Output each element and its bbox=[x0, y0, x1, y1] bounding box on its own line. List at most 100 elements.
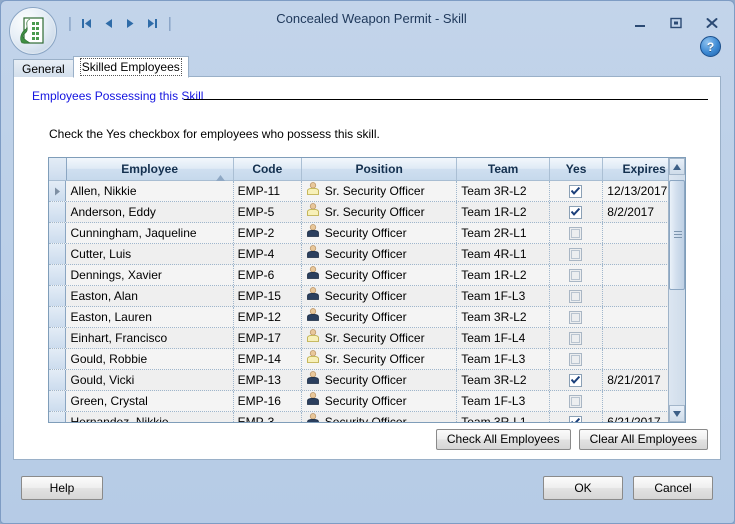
cell-yes[interactable] bbox=[550, 412, 604, 422]
table-row[interactable]: Gould, Vicki EMP-13 Security Officer Team 3… bbox=[49, 370, 685, 391]
person-icon bbox=[306, 223, 320, 243]
table-row[interactable]: Allen, Nikkie EMP-11 Sr. Security Officer T… bbox=[49, 181, 685, 202]
cell-team: Team 1F-L3 bbox=[457, 391, 550, 411]
cell-yes[interactable] bbox=[550, 265, 604, 285]
row-selector[interactable] bbox=[49, 223, 67, 243]
yes-checkbox[interactable] bbox=[569, 373, 583, 387]
grid-header-employee-label: Employee bbox=[121, 162, 178, 176]
tab-strip: General Skilled Employees bbox=[13, 56, 189, 78]
cell-position: Security Officer bbox=[302, 286, 458, 306]
row-selector[interactable] bbox=[49, 349, 67, 369]
grid-header-position[interactable]: Position bbox=[302, 158, 458, 180]
cell-yes[interactable] bbox=[550, 370, 604, 390]
table-row[interactable]: Hernandez, Nikkie EMP-3 Security Officer Te… bbox=[49, 412, 685, 423]
grid-header-team[interactable]: Team bbox=[457, 158, 550, 180]
restore-button[interactable] bbox=[665, 14, 687, 32]
cell-code: EMP-17 bbox=[234, 328, 302, 348]
cell-position: Security Officer bbox=[302, 412, 458, 423]
cell-team: Team 3R-L1 bbox=[457, 412, 550, 422]
table-row[interactable]: Gould, Robbie EMP-14 Sr. Security Officer T… bbox=[49, 349, 685, 370]
cell-employee: Anderson, Eddy bbox=[66, 202, 234, 222]
section-divider bbox=[184, 99, 708, 100]
row-selector[interactable] bbox=[49, 181, 67, 201]
grid-header-code[interactable]: Code bbox=[234, 158, 302, 180]
cell-yes[interactable] bbox=[550, 181, 604, 201]
window-controls bbox=[629, 14, 723, 32]
tab-skilled-employees[interactable]: Skilled Employees bbox=[72, 56, 189, 78]
cell-team: Team 2R-L1 bbox=[457, 223, 550, 243]
scrollbar-track[interactable] bbox=[669, 175, 685, 405]
table-row[interactable]: Dennings, Xavier EMP-6 Security Officer Tea… bbox=[49, 265, 685, 286]
yes-checkbox[interactable] bbox=[569, 184, 583, 198]
grid-header-selector bbox=[49, 158, 67, 180]
yes-checkbox[interactable] bbox=[569, 415, 583, 422]
ok-button[interactable]: OK bbox=[543, 476, 623, 500]
row-selector[interactable] bbox=[49, 265, 67, 285]
row-selector[interactable] bbox=[49, 202, 67, 222]
table-row[interactable]: Einhart, Francisco EMP-17 Sr. Security Off… bbox=[49, 328, 685, 349]
instruction-text: Check the Yes checkbox for employees who… bbox=[49, 127, 380, 141]
row-selector[interactable] bbox=[49, 244, 67, 264]
cell-employee: Cunningham, Jaqueline bbox=[66, 223, 234, 243]
scroll-up-button[interactable] bbox=[669, 158, 685, 175]
cell-position-label: Security Officer bbox=[324, 415, 407, 423]
cell-position-label: Security Officer bbox=[324, 289, 407, 303]
yes-checkbox[interactable] bbox=[569, 226, 583, 240]
grid-vertical-scrollbar[interactable] bbox=[668, 158, 685, 422]
tab-general[interactable]: General bbox=[13, 59, 74, 77]
yes-checkbox[interactable] bbox=[569, 247, 583, 261]
table-row[interactable]: Easton, Alan EMP-15 Security Officer Team 1… bbox=[49, 286, 685, 307]
close-button[interactable] bbox=[701, 14, 723, 32]
cell-yes[interactable] bbox=[550, 202, 604, 222]
check-all-employees-button[interactable]: Check All Employees bbox=[435, 429, 571, 450]
yes-checkbox[interactable] bbox=[569, 289, 583, 303]
clear-all-employees-button[interactable]: Clear All Employees bbox=[578, 429, 708, 450]
row-selector[interactable] bbox=[49, 370, 67, 390]
row-selector[interactable] bbox=[49, 412, 67, 422]
person-icon bbox=[306, 307, 320, 327]
yes-checkbox[interactable] bbox=[569, 352, 583, 366]
cell-yes[interactable] bbox=[550, 391, 604, 411]
yes-checkbox[interactable] bbox=[569, 331, 583, 345]
cell-employee: Easton, Alan bbox=[66, 286, 234, 306]
row-selector[interactable] bbox=[49, 286, 67, 306]
cell-team: Team 3R-L2 bbox=[457, 181, 550, 201]
yes-checkbox[interactable] bbox=[569, 310, 583, 324]
cell-code: EMP-2 bbox=[234, 223, 302, 243]
yes-checkbox[interactable] bbox=[569, 205, 583, 219]
table-row[interactable]: Green, Crystal EMP-16 Security Officer Team… bbox=[49, 391, 685, 412]
cell-yes[interactable] bbox=[550, 328, 604, 348]
person-icon bbox=[306, 349, 320, 369]
cell-yes[interactable] bbox=[550, 307, 604, 327]
cancel-button[interactable]: Cancel bbox=[633, 476, 713, 500]
cell-employee: Gould, Robbie bbox=[66, 349, 234, 369]
cell-yes[interactable] bbox=[550, 244, 604, 264]
cell-position-label: Sr. Security Officer bbox=[324, 331, 425, 345]
scroll-down-button[interactable] bbox=[669, 405, 685, 422]
cell-yes[interactable] bbox=[550, 349, 604, 369]
grid-header-employee[interactable]: Employee bbox=[67, 158, 234, 181]
table-row[interactable]: Anderson, Eddy EMP-5 Sr. Security Officer T… bbox=[49, 202, 685, 223]
cell-code: EMP-11 bbox=[234, 181, 302, 201]
grid-header-expires-label: Expires bbox=[622, 162, 666, 176]
cell-position: Security Officer bbox=[302, 223, 458, 243]
minimize-button[interactable] bbox=[629, 14, 651, 32]
grid-header-yes[interactable]: Yes bbox=[550, 158, 604, 180]
yes-checkbox[interactable] bbox=[569, 394, 583, 408]
cell-yes[interactable] bbox=[550, 223, 604, 243]
cell-code: EMP-14 bbox=[234, 349, 302, 369]
cell-yes[interactable] bbox=[550, 286, 604, 306]
scrollbar-thumb[interactable] bbox=[669, 179, 685, 290]
cell-team: Team 4R-L1 bbox=[457, 244, 550, 264]
cell-code: EMP-6 bbox=[234, 265, 302, 285]
table-row[interactable]: Cunningham, Jaqueline EMP-2 Security Offic… bbox=[49, 223, 685, 244]
row-selector[interactable] bbox=[49, 328, 67, 348]
help-button[interactable]: Help bbox=[21, 476, 103, 500]
row-selector[interactable] bbox=[49, 307, 67, 327]
yes-checkbox[interactable] bbox=[569, 268, 583, 282]
cell-code: EMP-3 bbox=[234, 412, 302, 422]
table-row[interactable]: Cutter, Luis EMP-4 Security Officer Team 4R… bbox=[49, 244, 685, 265]
row-selector[interactable] bbox=[49, 391, 67, 411]
table-row[interactable]: Easton, Lauren EMP-12 Security Officer Team… bbox=[49, 307, 685, 328]
help-icon-button[interactable]: ? bbox=[700, 36, 721, 57]
